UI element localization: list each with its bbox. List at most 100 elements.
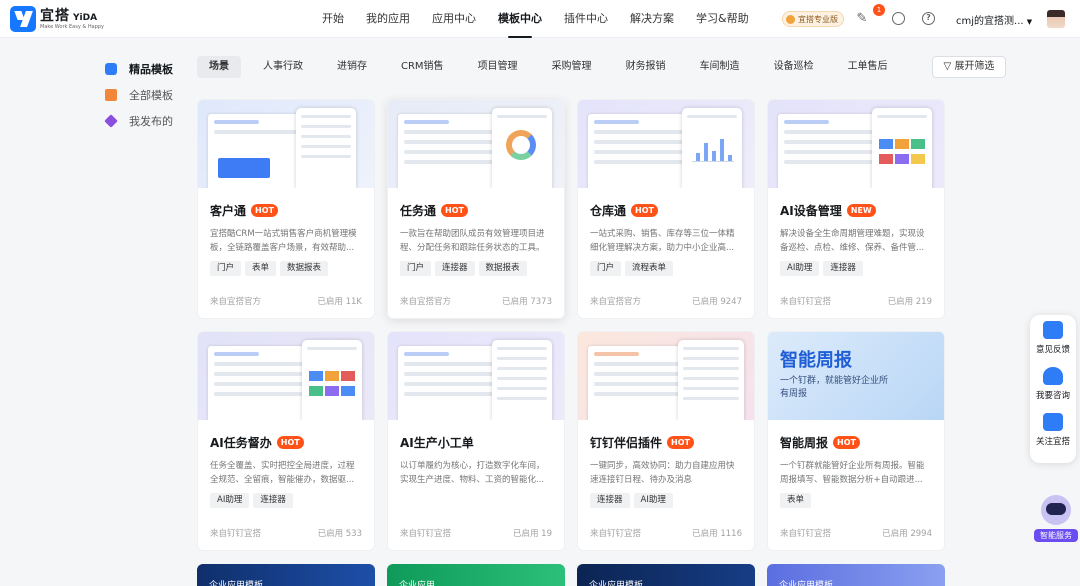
template-card[interactable]: AI设备管理 NEW 解决设备全生命周期管理难题，实现设备巡检、点检、维修、保养、… [767,99,945,319]
gear-icon[interactable] [892,12,905,25]
card-description: 一站式采购、销售、库存等三位一体精细化管理解决方案，助力中小企业高... [590,229,735,253]
sidebar-item-label: 我发布的 [129,115,173,128]
nav-start[interactable]: 开始 [322,0,344,38]
robot-icon [1041,495,1071,525]
hot-badge: HOT [251,203,278,217]
filter-chip-finance[interactable]: 财务报销 [614,56,678,78]
sidebar-item-all[interactable]: 全部模板 [100,82,190,108]
pro-edition-badge[interactable]: 宜搭专业版 [782,11,844,27]
card-tag: 流程表单 [625,261,674,276]
logo-cn-text: 宜搭 [40,7,70,24]
card-title: 智能周报 [780,435,829,450]
hot-badge: HOT [631,203,658,217]
card-description: 任务全覆盖、实时把控全局进度，过程全规范、全留痕，智能催办，数据驱... [210,461,355,485]
card-tag: 连接器 [823,261,863,276]
filter-chip-project[interactable]: 项目管理 [466,56,530,78]
card-source: 来自钉钉宜搭 [780,297,832,307]
card-title: AI设备管理 [780,203,842,218]
template-card[interactable]: 仓库通 HOT 一站式采购、销售、库存等三位一体精细化管理解决方案，助力中小企业高… [577,99,755,319]
main-nav: 开始 我的应用 应用中心 模板中心 插件中心 解决方案 学习&帮助 [322,0,771,38]
card-tag: 连接器 [590,493,630,508]
follow-button[interactable]: 关注宜搭 [1030,407,1076,453]
template-thumbnail [198,100,374,188]
template-card[interactable]: 企业应用模板 [767,564,945,586]
feedback-button[interactable]: 意见反馈 [1030,315,1076,361]
hot-badge: HOT [276,435,304,449]
template-thumbnail [768,100,944,188]
card-source: 来自宜搭官方 [590,297,642,307]
sidebar-item-featured[interactable]: 精品模板 [100,56,190,82]
card-description: 一键同步，高效协同：助力自建应用快速连接钉日程、待办及消息 [590,461,735,485]
card-tag: 表单 [780,493,812,508]
card-tag: 门户 [400,261,432,276]
card-description: 以订单履约为核心，打造数字化车间，实现生产进度、物料、工资的智能化... [400,461,545,485]
filter-chip-purchase[interactable]: 采购管理 [540,56,604,78]
feedback-icon [1043,321,1063,339]
user-name: cmj的宜搭测... [956,16,1024,27]
template-card[interactable]: 客户通 HOT 宜搭酷CRM一站式销售客户商机管理模板，全链路覆盖客户场景，有效帮… [197,99,375,319]
promo-title: 智能周报 [780,350,852,371]
consult-button[interactable]: 我要咨询 [1030,361,1076,407]
puzzle-icon [105,63,117,75]
new-badge: NEW [846,203,876,217]
ai-service-button[interactable]: 智能服务 [1034,495,1078,543]
chevron-down-icon: ▼ [1026,18,1033,26]
filter-chip-workshop[interactable]: 车间制造 [688,56,752,78]
filter-chip-inventory[interactable]: 进销存 [325,56,379,78]
card-tag: 门户 [210,261,242,276]
template-card[interactable]: 企业应用 [387,564,565,586]
nav-learn-help[interactable]: 学习&帮助 [696,0,749,38]
template-card[interactable]: 企业应用模板 [577,564,755,586]
card-tag: 数据报表 [280,261,329,276]
logo-en-text: YiDA [73,12,98,23]
template-card[interactable]: 智能周报 一个钉群，就能管好企业所有周报 智能周报 HOT 一个钉群就能管好企业所… [767,331,945,551]
todo-icon[interactable]: ✎ [854,11,870,27]
avatar[interactable] [1047,10,1065,28]
template-card[interactable]: AI生产小工单 以订单履约为核心，打造数字化车间，实现生产进度、物料、工资的智能… [387,331,565,551]
card-title: 仓库通 [590,203,627,218]
card-usage-count: 已启用 533 [317,529,362,539]
card-tag: 门户 [590,261,622,276]
follow-label: 关注宜搭 [1035,437,1070,447]
layers-icon [104,114,118,128]
card-tag: AI助理 [633,493,673,508]
filter-chip-crm[interactable]: CRM销售 [389,56,456,78]
template-card[interactable]: 钉钉伴侣插件 HOT 一键同步，高效协同：助力自建应用快速连接钉日程、待办及消息 … [577,331,755,551]
template-thumbnail [198,332,374,420]
help-icon[interactable]: ? [922,12,935,25]
card-usage-count: 已启用 219 [887,297,932,307]
crown-icon [786,14,795,24]
user-menu[interactable]: cmj的宜搭测... ▼ [956,12,1032,27]
card-banner-label: 企业应用模板 [779,581,834,586]
card-tag: 数据报表 [478,261,527,276]
filter-chip-ticket[interactable]: 工单售后 [836,56,900,78]
filter-chip-inspection[interactable]: 设备巡检 [762,56,826,78]
sidebar-item-published[interactable]: 我发布的 [100,108,190,134]
expand-filter-button[interactable]: ▽ 展开筛选 [932,56,1006,78]
top-header: 宜搭 YiDA Make Work Easy & Happy 开始 我的应用 应用… [0,0,1080,38]
card-description: 一个钉群就能管好企业所有周报。智能周报填写、智能数据分析+自动跟进... [780,461,925,485]
card-usage-count: 已启用 1116 [692,529,742,539]
card-banner-label: 企业应用模板 [589,581,644,586]
template-card[interactable]: AI任务督办 HOT 任务全覆盖、实时把控全局进度，过程全规范、全留痕，智能催办，… [197,331,375,551]
card-source: 来自宜搭官方 [400,297,452,307]
person-icon [1043,367,1063,385]
filter-chip-hr[interactable]: 人事行政 [251,56,315,78]
card-tag: 连接器 [253,493,293,508]
nav-template-center[interactable]: 模板中心 [498,0,542,38]
filter-chip-scene[interactable]: 场景 [197,56,241,78]
nav-plugin-center[interactable]: 插件中心 [564,0,608,38]
hot-badge: HOT [441,203,468,217]
nav-app-center[interactable]: 应用中心 [432,0,476,38]
card-description: 解决设备全生命周期管理难题，实现设备巡检、点检、维修、保养、备件管... [780,229,925,253]
card-title: AI生产小工单 [400,435,474,450]
template-card[interactable]: 企业应用模板 [197,564,375,586]
template-thumbnail [578,100,754,188]
card-usage-count: 已启用 19 [512,529,552,539]
consult-label: 我要咨询 [1035,391,1070,401]
card-source: 来自钉钉宜搭 [210,529,262,539]
nav-solutions[interactable]: 解决方案 [630,0,674,38]
template-card[interactable]: 任务通 HOT 一款旨在帮助团队成员有效管理项目进程、分配任务和跟踪任务状态的工具… [387,99,565,319]
yida-logo[interactable]: 宜搭 YiDA Make Work Easy & Happy [10,6,104,32]
nav-my-apps[interactable]: 我的应用 [366,0,410,38]
